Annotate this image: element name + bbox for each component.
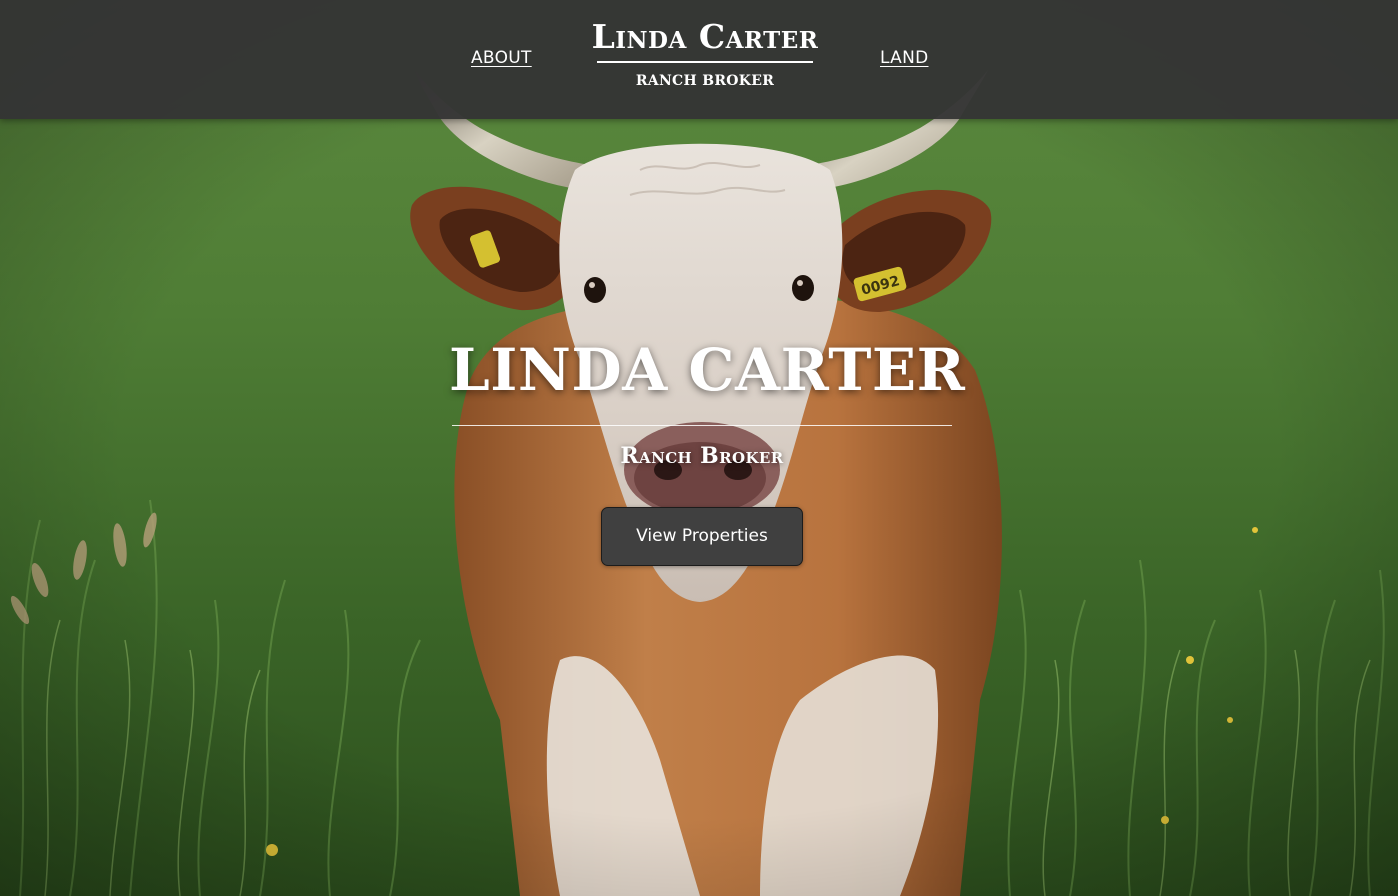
landing-page: 0092 ABOUT <box>0 0 1398 896</box>
brand-divider <box>597 61 813 63</box>
nav-link-about[interactable]: ABOUT <box>471 48 532 68</box>
nav-link-land[interactable]: LAND <box>880 48 929 68</box>
hero-title: LINDA CARTER <box>449 336 966 404</box>
brand-logo[interactable]: Linda Carter Ranch Broker <box>560 16 850 91</box>
hero-subtitle: Ranch Broker <box>620 443 784 469</box>
hero-content: LINDA CARTER Ranch Broker View Propertie… <box>449 334 966 566</box>
top-navigation-bar: ABOUT Linda Carter Ranch Broker LAND <box>0 0 1398 119</box>
view-properties-button[interactable]: View Properties <box>601 507 803 566</box>
brand-name: Linda Carter <box>591 17 819 56</box>
hero-divider <box>452 425 952 426</box>
brand-tagline: Ranch Broker <box>635 73 775 89</box>
